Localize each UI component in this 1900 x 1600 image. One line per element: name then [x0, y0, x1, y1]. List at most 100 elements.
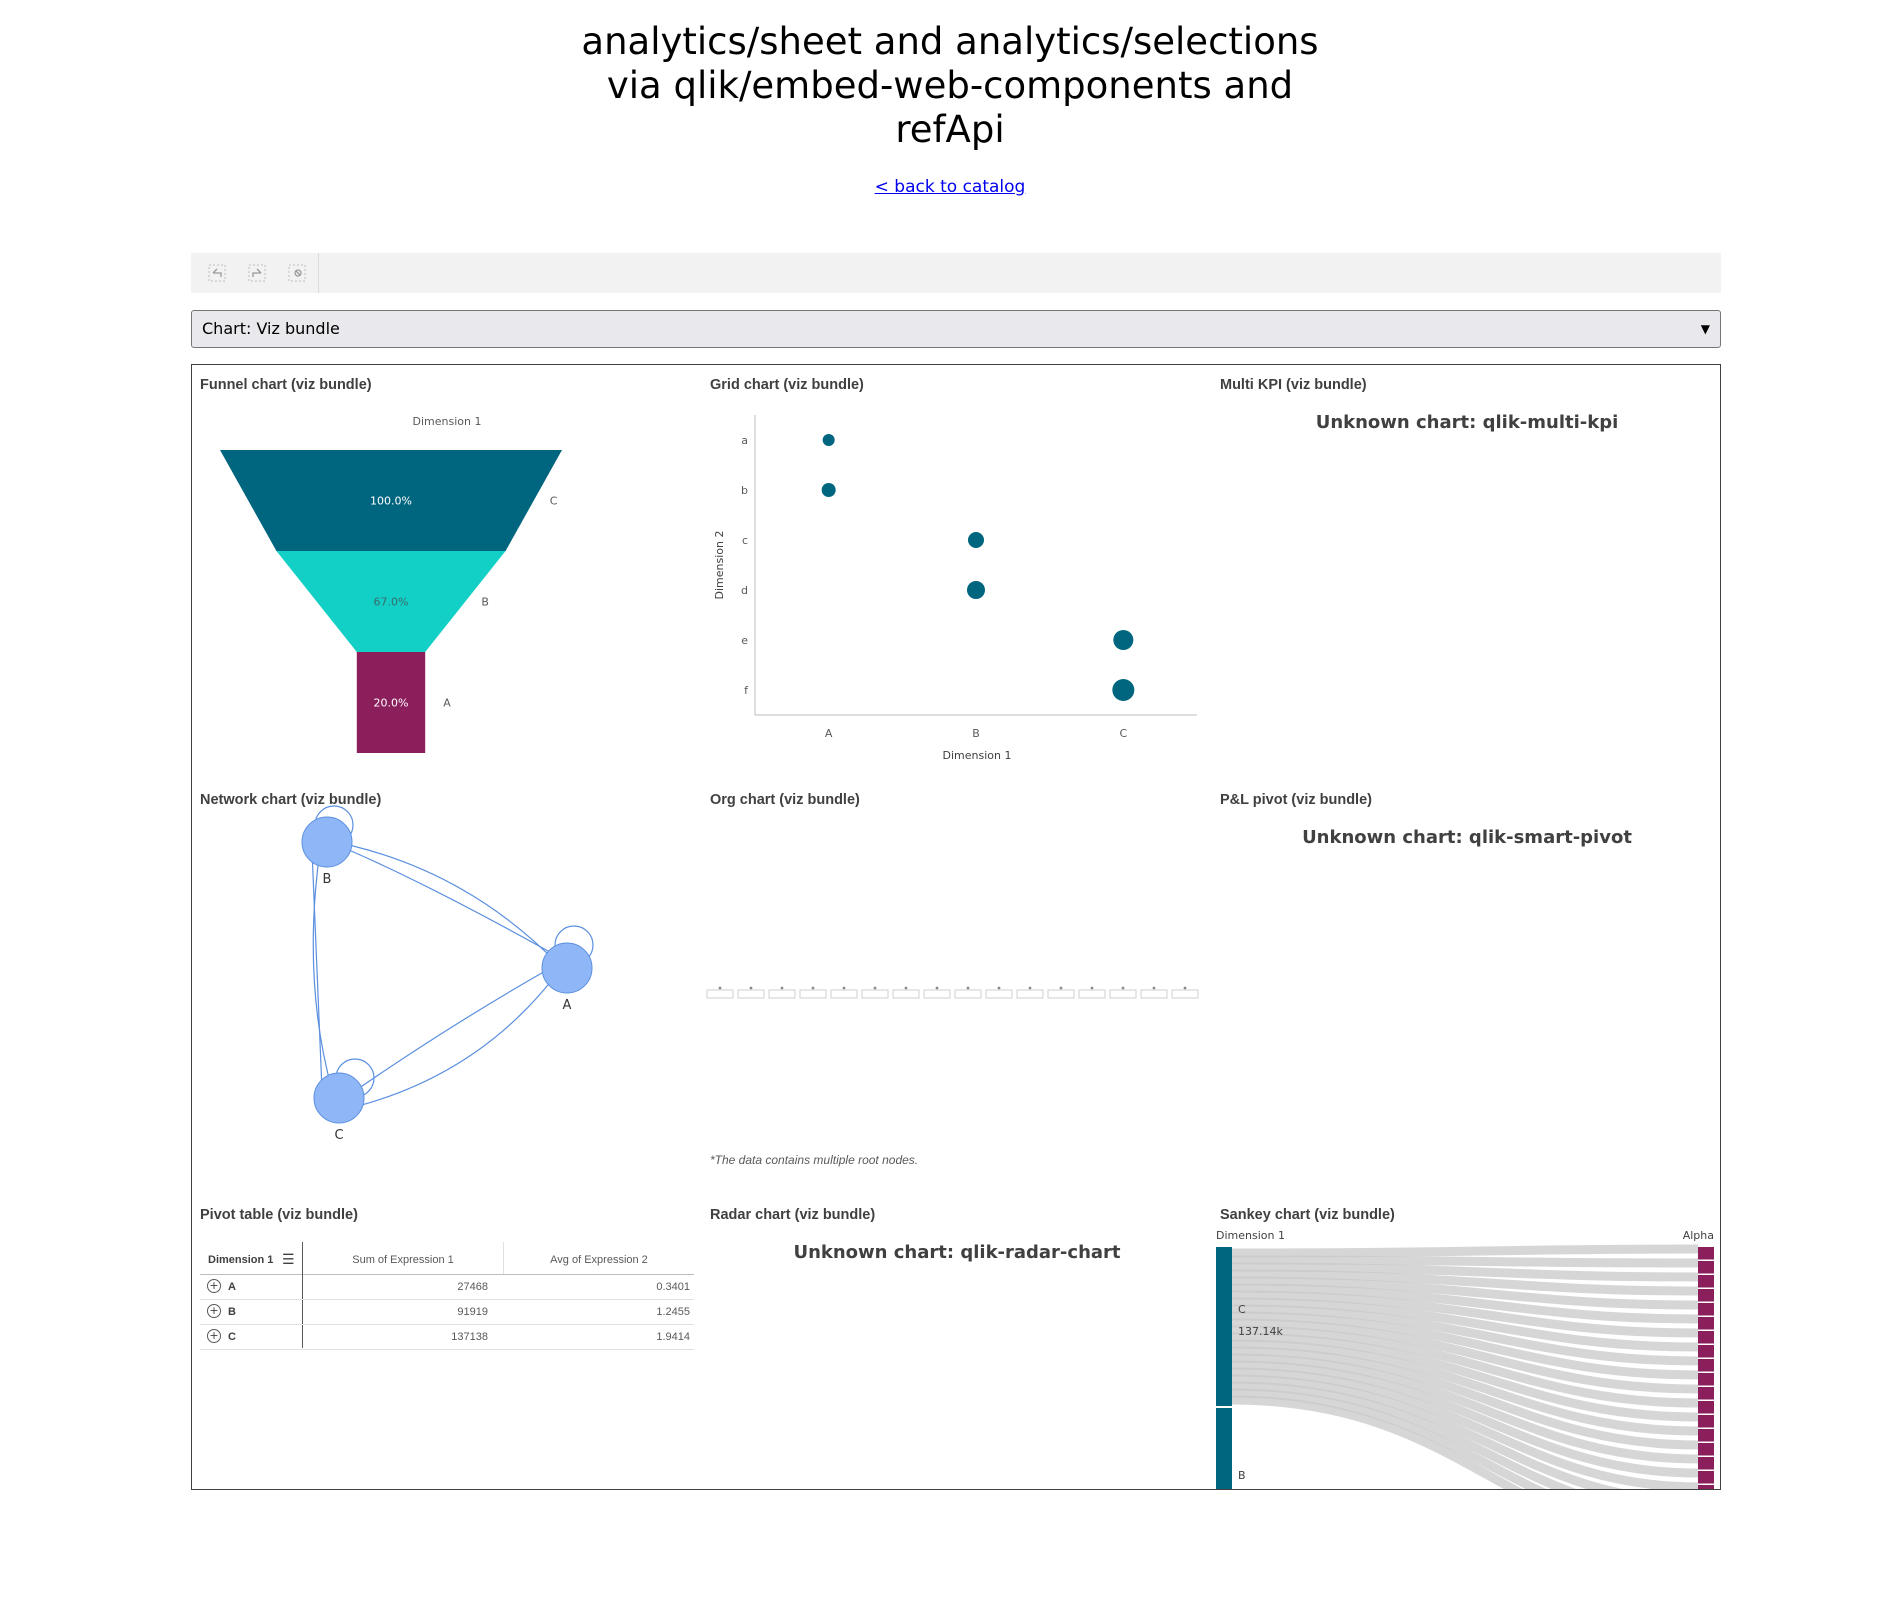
pivot-cell-avg: 0.3401: [656, 1281, 690, 1293]
org-card[interactable]: [1171, 989, 1199, 999]
org-card[interactable]: [799, 989, 827, 999]
clear-selections-icon[interactable]: [288, 264, 306, 282]
sankey-left-label: Dimension 1: [1216, 1229, 1285, 1242]
network-node-label: B: [323, 872, 332, 887]
pivot-header-row: Dimension 1 ☰ Sum of Expression 1 Avg of…: [200, 1242, 694, 1348]
step-forward-icon[interactable]: [248, 264, 266, 282]
org-chart[interactable]: [702, 780, 1212, 1195]
sankey-node-b[interactable]: [1216, 1408, 1232, 1490]
grid-point[interactable]: [1112, 679, 1135, 701]
sankey-target-node[interactable]: [1698, 1457, 1714, 1470]
radar-error-message: Unknown chart: qlik-radar-chart: [793, 1242, 1121, 1263]
expand-icon[interactable]: +: [207, 1329, 221, 1343]
sankey-target-node[interactable]: [1698, 1317, 1714, 1330]
network-link: [341, 979, 553, 1111]
org-card[interactable]: [1047, 989, 1075, 999]
grid-y-tick-label: d: [741, 584, 748, 597]
pivot-header-sum[interactable]: Sum of Expression 1: [303, 1254, 503, 1266]
org-card[interactable]: [1078, 989, 1106, 999]
org-card[interactable]: [830, 989, 858, 999]
org-card[interactable]: [1109, 989, 1137, 999]
grid-x-axis-title: Dimension 1: [943, 749, 1012, 762]
org-card[interactable]: [706, 989, 734, 999]
org-card-handle: [935, 986, 939, 990]
sankey-chart[interactable]: Dimension 1 Alpha C 137.14k B: [1212, 1195, 1720, 1490]
menu-icon[interactable]: ☰: [282, 1251, 295, 1268]
pivot-table-panel: Pivot table (viz bundle) Dimension 1 ☰ S…: [192, 1195, 702, 1489]
toolbar-divider: [318, 253, 319, 293]
sankey-node-c[interactable]: [1216, 1247, 1232, 1406]
org-card[interactable]: [892, 989, 920, 999]
expand-icon[interactable]: +: [207, 1279, 221, 1293]
grid-y-tick-label: f: [744, 684, 749, 697]
grid-chart[interactable]: Dimension 1 Dimension 2 A B Ca b c d e f: [702, 365, 1212, 780]
sankey-target-node[interactable]: [1698, 1359, 1714, 1372]
org-card-handle: [718, 986, 722, 990]
grid-point[interactable]: [968, 532, 984, 548]
grid-point[interactable]: [821, 483, 836, 497]
org-card[interactable]: [861, 989, 889, 999]
table-row: + C 137138 1.9414: [200, 1325, 694, 1350]
sankey-target-node[interactable]: [1698, 1247, 1714, 1260]
step-back-icon[interactable]: [208, 264, 226, 282]
sankey-target-node[interactable]: [1698, 1471, 1714, 1484]
org-card[interactable]: [768, 989, 796, 999]
network-node-b[interactable]: [301, 816, 353, 868]
pivot-cell-dimension[interactable]: B: [228, 1306, 236, 1318]
grid-point[interactable]: [822, 434, 835, 446]
sankey-target-node[interactable]: [1698, 1261, 1714, 1274]
sankey-node-value: 137.14k: [1238, 1325, 1283, 1338]
table-row: + B 91919 1.2455: [200, 1300, 694, 1325]
org-card[interactable]: [1140, 989, 1168, 999]
sankey-target-node[interactable]: [1698, 1387, 1714, 1400]
network-node-label: C: [334, 1128, 343, 1143]
org-card[interactable]: [985, 989, 1013, 999]
page-title-line-1: analytics/sheet and analytics/selections: [581, 20, 1319, 63]
page-title-line-3: refApi: [895, 108, 1005, 151]
sankey-target-node[interactable]: [1698, 1289, 1714, 1302]
sankey-link[interactable]: [1231, 1255, 1699, 1268]
pivot-header-dimension[interactable]: Dimension 1: [208, 1254, 273, 1266]
org-card[interactable]: [954, 989, 982, 999]
back-to-catalog-link[interactable]: < back to catalog: [875, 177, 1026, 197]
org-card[interactable]: [923, 989, 951, 999]
chart-select-value: Chart: Viz bundle: [202, 319, 340, 338]
org-card-handle: [997, 986, 1001, 990]
pivot-cell-avg: 1.2455: [656, 1306, 690, 1318]
network-chart[interactable]: B A C: [192, 780, 702, 1195]
multi-kpi-error-message: Unknown chart: qlik-multi-kpi: [1315, 412, 1619, 433]
sankey-target-node[interactable]: [1698, 1429, 1714, 1442]
pivot-cell-avg: 1.9414: [656, 1331, 690, 1343]
sankey-target-node[interactable]: [1698, 1373, 1714, 1386]
pivot-cell-sum: 27468: [457, 1281, 488, 1293]
sankey-target-node[interactable]: [1698, 1331, 1714, 1344]
grid-point[interactable]: [967, 581, 985, 599]
sankey-target-node[interactable]: [1698, 1303, 1714, 1316]
sankey-target-node[interactable]: [1698, 1401, 1714, 1414]
sankey-target-node[interactable]: [1698, 1485, 1714, 1490]
grid-x-tick-label: C: [1119, 727, 1127, 740]
funnel-dimension-label: Dimension 1: [413, 415, 482, 428]
pivot-cell-sum: 137138: [451, 1331, 488, 1343]
sankey-target-node[interactable]: [1698, 1275, 1714, 1288]
funnel-chart[interactable]: Dimension 1 100.0% C 67.0% B 20.0% A: [192, 365, 702, 780]
pivot-cell-dimension[interactable]: A: [228, 1281, 236, 1293]
org-card-handle: [904, 986, 908, 990]
grid-y-tick-label: c: [742, 534, 748, 547]
funnel-panel: Funnel chart (viz bundle) Dimension 1 10…: [192, 365, 702, 780]
grid-point[interactable]: [1113, 630, 1134, 650]
sankey-target-node[interactable]: [1698, 1415, 1714, 1428]
chart-select-dropdown[interactable]: Chart: Viz bundle ▼: [191, 310, 1721, 348]
org-card[interactable]: [1016, 989, 1044, 999]
network-link: [341, 969, 548, 1101]
sankey-link[interactable]: [1231, 1244, 1699, 1258]
sankey-target-node[interactable]: [1698, 1345, 1714, 1358]
network-node-a[interactable]: [541, 942, 593, 994]
page-title: analytics/sheet and analytics/selections…: [0, 20, 1900, 152]
sankey-target-node[interactable]: [1698, 1443, 1714, 1456]
org-card[interactable]: [737, 989, 765, 999]
pivot-cell-dimension[interactable]: C: [228, 1331, 236, 1343]
pivot-header-avg[interactable]: Avg of Expression 2: [504, 1254, 694, 1266]
network-node-c[interactable]: [313, 1072, 365, 1124]
expand-icon[interactable]: +: [207, 1304, 221, 1318]
